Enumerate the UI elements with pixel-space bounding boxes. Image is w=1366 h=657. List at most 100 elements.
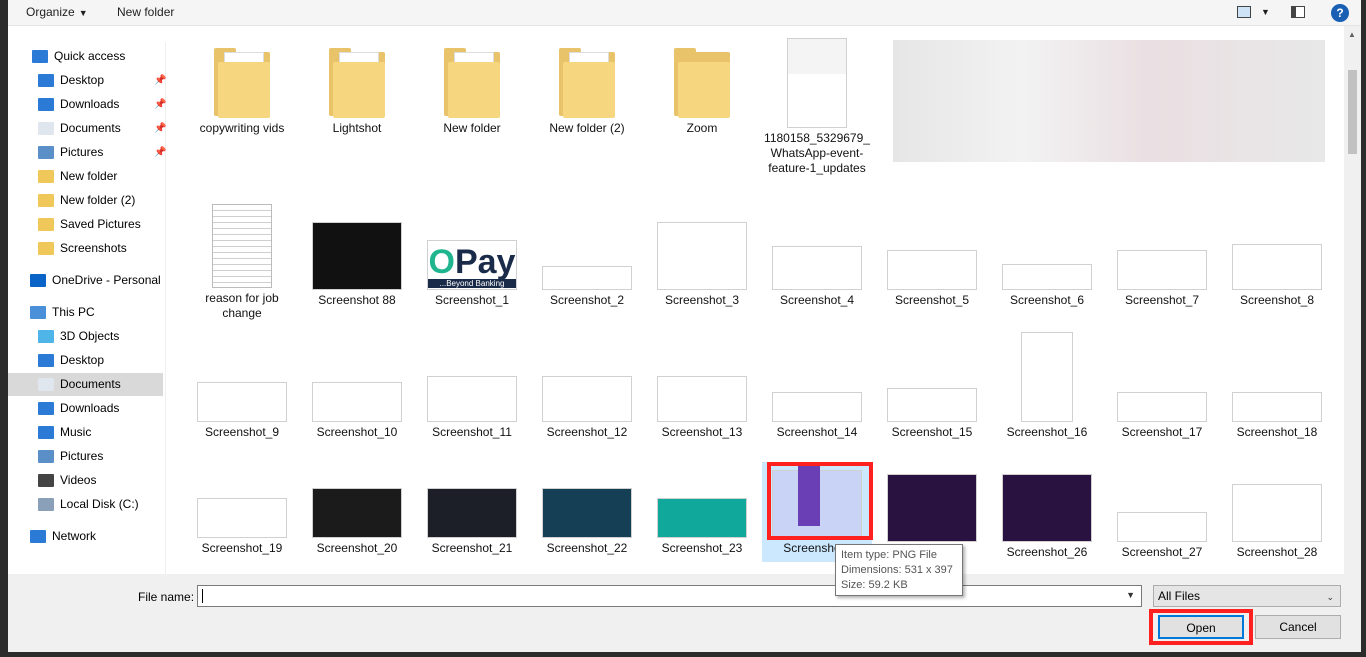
image-thumbnail	[312, 488, 402, 538]
nav-item[interactable]: Desktop	[38, 349, 104, 372]
file-item[interactable]: OPay ...Beyond Banking Screenshot_1	[417, 222, 527, 308]
file-item[interactable]: Screenshot_12	[532, 376, 642, 440]
file-item[interactable]: Screenshot_21	[417, 488, 527, 556]
scrollbar-thumb[interactable]	[1348, 70, 1357, 154]
file-item[interactable]: Screenshot_13	[647, 376, 757, 440]
disk-icon	[38, 498, 54, 512]
file-item[interactable]: Screenshot_7	[1107, 222, 1217, 308]
change-view-icon[interactable]	[1237, 6, 1251, 18]
file-item[interactable]: Screenshot_28	[1222, 484, 1332, 560]
file-tooltip: Item type: PNG File Dimensions: 531 x 39…	[835, 544, 963, 596]
file-item[interactable]: Screenshot 88	[302, 222, 412, 308]
view-options-chevron-icon[interactable]: ▼	[1261, 7, 1270, 17]
nav-item[interactable]: Network	[30, 525, 96, 548]
new-folder-button[interactable]: New folder	[117, 5, 174, 19]
nav-item[interactable]: Desktop 📌	[38, 69, 166, 92]
file-item[interactable]	[877, 474, 987, 545]
file-item[interactable]: reason for job change	[187, 204, 297, 321]
file-item[interactable]: Screenshot_4	[762, 222, 872, 308]
file-name-label: Screenshot_16	[1006, 425, 1088, 439]
file-name-label: Screenshot_23	[661, 541, 743, 555]
nav-item[interactable]: Videos	[38, 469, 96, 492]
nav-item[interactable]: Local Disk (C:)	[38, 493, 139, 516]
file-item[interactable]: Screenshot_2	[532, 222, 642, 308]
folder-item[interactable]: Zoom	[647, 46, 757, 136]
vertical-scrollbar[interactable]: ▲	[1344, 26, 1361, 574]
nav-item[interactable]: Pictures	[38, 445, 103, 468]
file-item[interactable]: Screenshot_16	[992, 332, 1102, 440]
file-item[interactable]: Screenshot_27	[1107, 512, 1217, 560]
nav-item[interactable]: New folder (2)	[38, 189, 135, 212]
preview-pane-icon[interactable]	[1291, 6, 1305, 18]
file-item[interactable]: Screenshot_19	[187, 498, 297, 556]
nav-item[interactable]: New folder	[38, 165, 117, 188]
star-icon	[32, 50, 48, 64]
nav-item[interactable]: 3D Objects	[38, 325, 119, 348]
help-icon[interactable]: ?	[1331, 4, 1349, 22]
file-name-label: Screenshot 88	[318, 293, 396, 307]
documents-icon	[38, 378, 54, 392]
image-thumbnail	[312, 382, 402, 422]
image-thumbnail	[787, 38, 847, 128]
file-name-dropdown-icon[interactable]: ▼	[1126, 590, 1135, 600]
file-item[interactable]: Screenshot_9	[187, 382, 297, 440]
file-item[interactable]: Screenshot_10	[302, 382, 412, 440]
file-name-label: Screenshot_2	[549, 293, 625, 307]
folder-item[interactable]: New folder	[417, 46, 527, 136]
file-item[interactable]: Screenshot_22	[532, 488, 642, 556]
file-item[interactable]: Screenshot_11	[417, 376, 527, 440]
chevron-down-icon: ⌄	[1326, 592, 1334, 602]
nav-item[interactable]: This PC	[30, 301, 95, 324]
file-item[interactable]: Screenshot_6	[992, 222, 1102, 308]
file-item[interactable]: Screenshot_14	[762, 392, 872, 440]
file-item[interactable]: Screenshot_3	[647, 222, 757, 308]
nav-item[interactable]: OneDrive - Personal	[30, 269, 161, 292]
file-name-label: Screenshot_28	[1236, 545, 1318, 559]
organize-button[interactable]: Organize ▼	[26, 5, 88, 19]
file-name-label: Screenshot_6	[1009, 293, 1085, 307]
nav-item[interactable]: Screenshots	[38, 237, 127, 260]
file-type-select[interactable]: All Files ⌄	[1153, 585, 1341, 607]
file-name-label: Screenshot_20	[316, 541, 398, 555]
image-thumbnail	[1232, 244, 1322, 290]
file-item[interactable]: Screenshot_23	[647, 498, 757, 556]
file-item[interactable]: Screenshot_8	[1222, 222, 1332, 308]
file-item[interactable]: Screenshot_5	[877, 222, 987, 308]
file-item[interactable]: Screenshot_15	[877, 388, 987, 440]
image-thumbnail	[1117, 250, 1207, 290]
computer-icon	[30, 306, 46, 320]
file-name-label: Screenshot_10	[316, 425, 398, 439]
image-thumbnail	[1232, 392, 1322, 422]
folder-item[interactable]: copywriting vids	[187, 46, 297, 136]
cancel-button[interactable]: Cancel	[1255, 615, 1341, 639]
scroll-up-icon[interactable]: ▲	[1348, 30, 1356, 39]
file-name-label: File name:	[138, 590, 195, 604]
file-item[interactable]: 1180158_5329679_WhatsApp-event-feature-1…	[762, 38, 872, 176]
nav-item[interactable]: Downloads	[38, 397, 119, 420]
nav-item[interactable]: Downloads 📌	[38, 93, 166, 116]
blurred-image-thumbnail[interactable]	[893, 40, 1325, 162]
file-item[interactable]: Screenshot_18	[1222, 392, 1332, 440]
nav-item[interactable]: Quick access	[32, 45, 125, 68]
file-item[interactable]: Screenshot_17	[1107, 392, 1217, 440]
folder-item[interactable]: Lightshot	[302, 46, 412, 136]
nav-item[interactable]: Documents 📌	[38, 117, 166, 140]
folder-item[interactable]: New folder (2)	[532, 46, 642, 136]
file-name-input[interactable]: ▼	[197, 585, 1142, 607]
nav-item-label: Pictures	[60, 449, 104, 463]
nav-item[interactable]: Saved Pictures	[38, 213, 141, 236]
image-thumbnail	[542, 376, 632, 422]
file-name-label: 1180158_5329679_WhatsApp-event-feature-1…	[764, 131, 870, 175]
text-document-icon	[212, 204, 272, 288]
image-thumbnail	[197, 382, 287, 422]
nav-item[interactable]: Music	[38, 421, 91, 444]
music-icon	[38, 426, 54, 440]
image-thumbnail	[772, 246, 862, 290]
open-button[interactable]: Open	[1158, 615, 1244, 639]
nav-item[interactable]: Pictures 📌	[38, 141, 166, 164]
image-thumbnail	[657, 376, 747, 422]
file-name-label: Screenshot_17	[1121, 425, 1203, 439]
nav-item[interactable]: Documents	[8, 373, 163, 396]
file-item[interactable]: Screenshot_26	[992, 474, 1102, 560]
file-item[interactable]: Screenshot_20	[302, 488, 412, 556]
